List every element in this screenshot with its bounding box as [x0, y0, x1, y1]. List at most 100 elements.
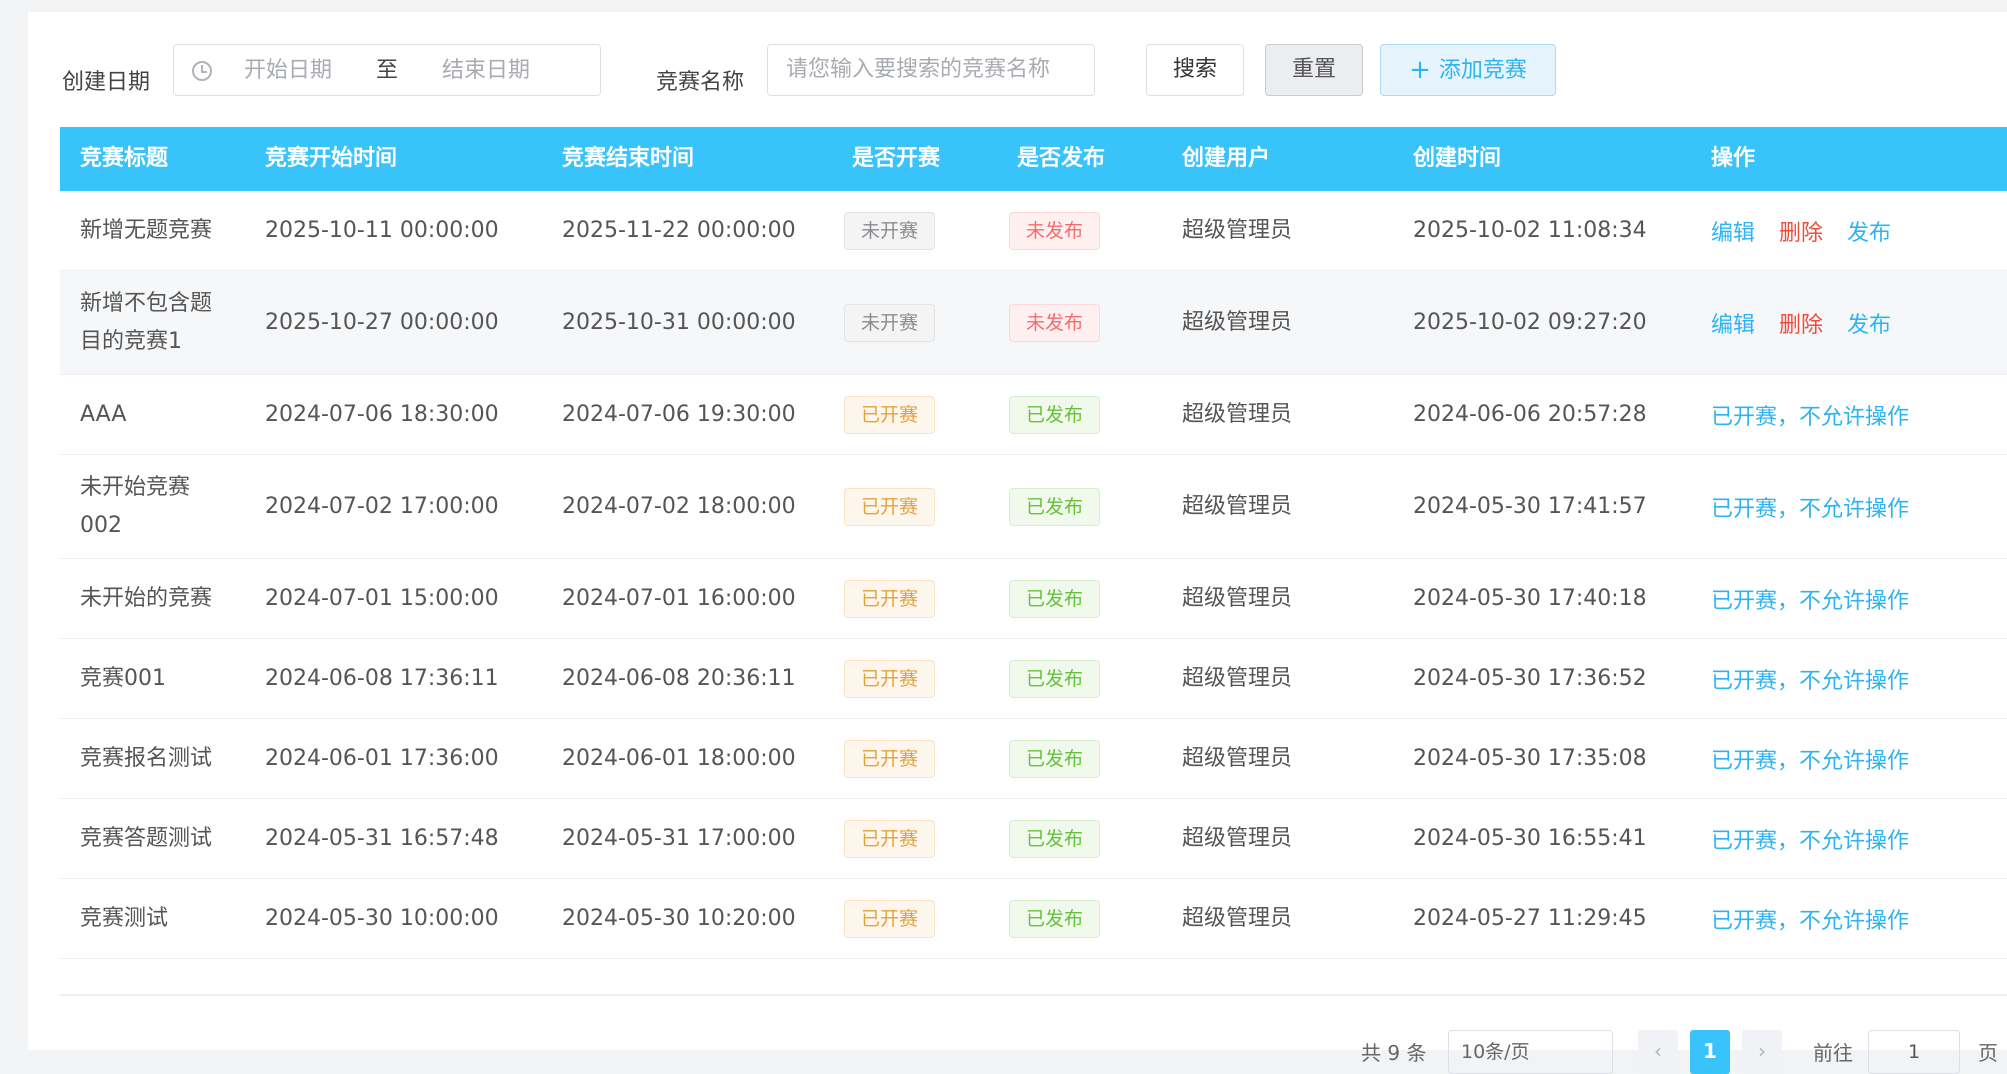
column-header: 创建用户	[1182, 146, 1271, 171]
table-divider	[60, 994, 2007, 996]
start-time: 2024-07-01 15:00:00	[265, 585, 499, 611]
started-status-badge: 未开赛	[844, 211, 935, 250]
creator-user: 超级管理员	[1182, 585, 1293, 611]
delete-link[interactable]: 删除	[1779, 215, 1823, 247]
table-row: 竞赛报名测试 2024-06-01 17:36:00 2024-06-01 18:0…	[60, 719, 2007, 799]
clock-icon	[192, 61, 212, 81]
published-status-badge: 已发布	[1009, 395, 1100, 434]
start-time: 2024-05-30 10:00:00	[265, 905, 499, 931]
page-suffix: 页	[1978, 1041, 1998, 1065]
creator-user: 超级管理员	[1182, 745, 1293, 771]
start-time: 2024-06-01 17:36:00	[265, 745, 499, 771]
creator-user: 超级管理员	[1182, 217, 1293, 243]
contest-title: 竞赛报名测试	[80, 745, 213, 771]
start-time: 2025-10-27 00:00:00	[265, 309, 499, 335]
start-time: 2024-06-08 17:36:11	[265, 665, 499, 691]
published-status-badge: 已发布	[1009, 659, 1100, 698]
contest-title: 竞赛测试	[80, 905, 169, 931]
creator-user: 超级管理员	[1182, 309, 1293, 335]
published-status-badge: 已发布	[1009, 579, 1100, 618]
goto-label: 前往	[1813, 1041, 1853, 1065]
publish-link[interactable]: 发布	[1847, 215, 1891, 247]
page-number-current[interactable]: 1	[1690, 1030, 1730, 1074]
published-status-badge: 已发布	[1009, 739, 1100, 778]
end-time: 2025-11-22 00:00:00	[562, 217, 796, 243]
operation-locked-note: 已开赛，不允许操作	[1711, 668, 1910, 694]
table-row: 竞赛答题测试 2024-05-31 16:57:48 2024-05-31 17:0…	[60, 799, 2007, 879]
content-card: 创建日期 开始日期 至 结束日期 竞赛名称 请您输入要搜索的竞赛名称 搜索 重置…	[28, 12, 2007, 1074]
operation-locked-note: 已开赛，不允许操作	[1711, 908, 1910, 934]
started-status-badge: 已开赛	[844, 659, 935, 698]
add-contest-label: 添加竞赛	[1438, 58, 1527, 83]
table-row: 竞赛测试 2024-05-30 10:00:00 2024-05-30 10:20:…	[60, 879, 2007, 959]
contest-name-input[interactable]: 请您输入要搜索的竞赛名称	[767, 44, 1095, 96]
prev-page-icon[interactable]: ‹	[1638, 1030, 1678, 1074]
created-time: 2024-06-06 20:57:28	[1413, 401, 1647, 427]
operation-locked-note: 已开赛，不允许操作	[1711, 748, 1910, 774]
column-header: 是否发布	[1017, 146, 1106, 171]
created-time: 2024-05-27 11:29:45	[1413, 905, 1647, 931]
start-time: 2024-07-06 18:30:00	[265, 401, 499, 427]
goto-page-input[interactable]: 1	[1868, 1030, 1960, 1074]
creator-user: 超级管理员	[1182, 493, 1293, 519]
created-time: 2024-05-30 17:35:08	[1413, 745, 1647, 771]
search-button[interactable]: 搜索	[1146, 44, 1244, 96]
started-status-badge: 已开赛	[844, 899, 935, 938]
contest-table: 竞赛标题 竞赛开始时间 竞赛结束时间 是否开赛 是否发布 创建用户 创建时间 操作 新增无题竞…	[60, 127, 2007, 959]
table-row: AAA 2024-07-06 18:30:00 2024-07-06 19:30:0…	[60, 375, 2007, 455]
contest-title: 新增无题竞赛	[80, 217, 213, 243]
contest-title: 竞赛001	[80, 665, 166, 691]
contest-title: 新增不包含题目的竞赛1	[80, 290, 213, 354]
end-time: 2024-06-01 18:00:00	[562, 745, 796, 771]
edit-link[interactable]: 编辑	[1711, 307, 1755, 339]
start-time: 2024-07-02 17:00:00	[265, 493, 499, 519]
creator-user: 超级管理员	[1182, 825, 1293, 851]
table-body: 新增无题竞赛 2025-10-11 00:00:00 2025-11-22 00:0…	[60, 191, 2007, 959]
reset-button[interactable]: 重置	[1265, 44, 1363, 96]
delete-link[interactable]: 删除	[1779, 307, 1823, 339]
column-header: 操作	[1711, 146, 1756, 171]
published-status-badge: 已发布	[1009, 487, 1100, 526]
contest-title: 竞赛答题测试	[80, 825, 213, 851]
table-row: 新增不包含题目的竞赛1 2025-10-27 00:00:00 2025-10-31…	[60, 271, 2007, 375]
published-status-badge: 未发布	[1009, 211, 1100, 250]
end-date-input[interactable]: 结束日期	[442, 56, 530, 86]
start-time: 2025-10-11 00:00:00	[265, 217, 499, 243]
column-header: 创建时间	[1413, 146, 1502, 171]
page-size-select[interactable]: 10条/页	[1448, 1030, 1613, 1074]
contest-title: 未开始的竞赛	[80, 585, 213, 611]
column-header: 竞赛结束时间	[562, 146, 695, 171]
started-status-badge: 已开赛	[844, 395, 935, 434]
created-time: 2024-05-30 17:41:57	[1413, 493, 1647, 519]
creator-user: 超级管理员	[1182, 401, 1293, 427]
operation-locked-note: 已开赛，不允许操作	[1711, 496, 1910, 522]
operation-locked-note: 已开赛，不允许操作	[1711, 404, 1910, 430]
column-header: 竞赛标题	[80, 146, 169, 171]
published-status-badge: 已发布	[1009, 819, 1100, 858]
created-date-label: 创建日期	[62, 70, 151, 95]
start-time: 2024-05-31 16:57:48	[265, 825, 499, 851]
started-status-badge: 已开赛	[844, 819, 935, 858]
end-time: 2024-07-06 19:30:00	[562, 401, 796, 427]
edit-link[interactable]: 编辑	[1711, 215, 1755, 247]
end-time: 2025-10-31 00:00:00	[562, 309, 796, 335]
column-header: 竞赛开始时间	[265, 146, 398, 171]
date-range-picker[interactable]: 开始日期 至 结束日期	[173, 44, 601, 96]
operation-locked-note: 已开赛，不允许操作	[1711, 828, 1910, 854]
end-time: 2024-07-02 18:00:00	[562, 493, 796, 519]
table-row: 新增无题竞赛 2025-10-11 00:00:00 2025-11-22 00:0…	[60, 191, 2007, 271]
contest-title: AAA	[80, 401, 127, 427]
started-status-badge: 未开赛	[844, 303, 935, 342]
end-time: 2024-06-08 20:36:11	[562, 665, 796, 691]
created-time: 2025-10-02 11:08:34	[1413, 217, 1647, 243]
created-time: 2025-10-02 09:27:20	[1413, 309, 1647, 335]
creator-user: 超级管理员	[1182, 665, 1293, 691]
add-contest-button[interactable]: + 添加竞赛	[1380, 44, 1556, 96]
range-separator: 至	[376, 58, 399, 83]
next-page-icon[interactable]: ›	[1742, 1030, 1782, 1074]
publish-link[interactable]: 发布	[1847, 307, 1891, 339]
plus-icon: +	[1409, 55, 1431, 85]
contest-title: 未开始竞赛002	[80, 474, 191, 538]
start-date-input[interactable]: 开始日期	[244, 56, 332, 86]
started-status-badge: 已开赛	[844, 579, 935, 618]
